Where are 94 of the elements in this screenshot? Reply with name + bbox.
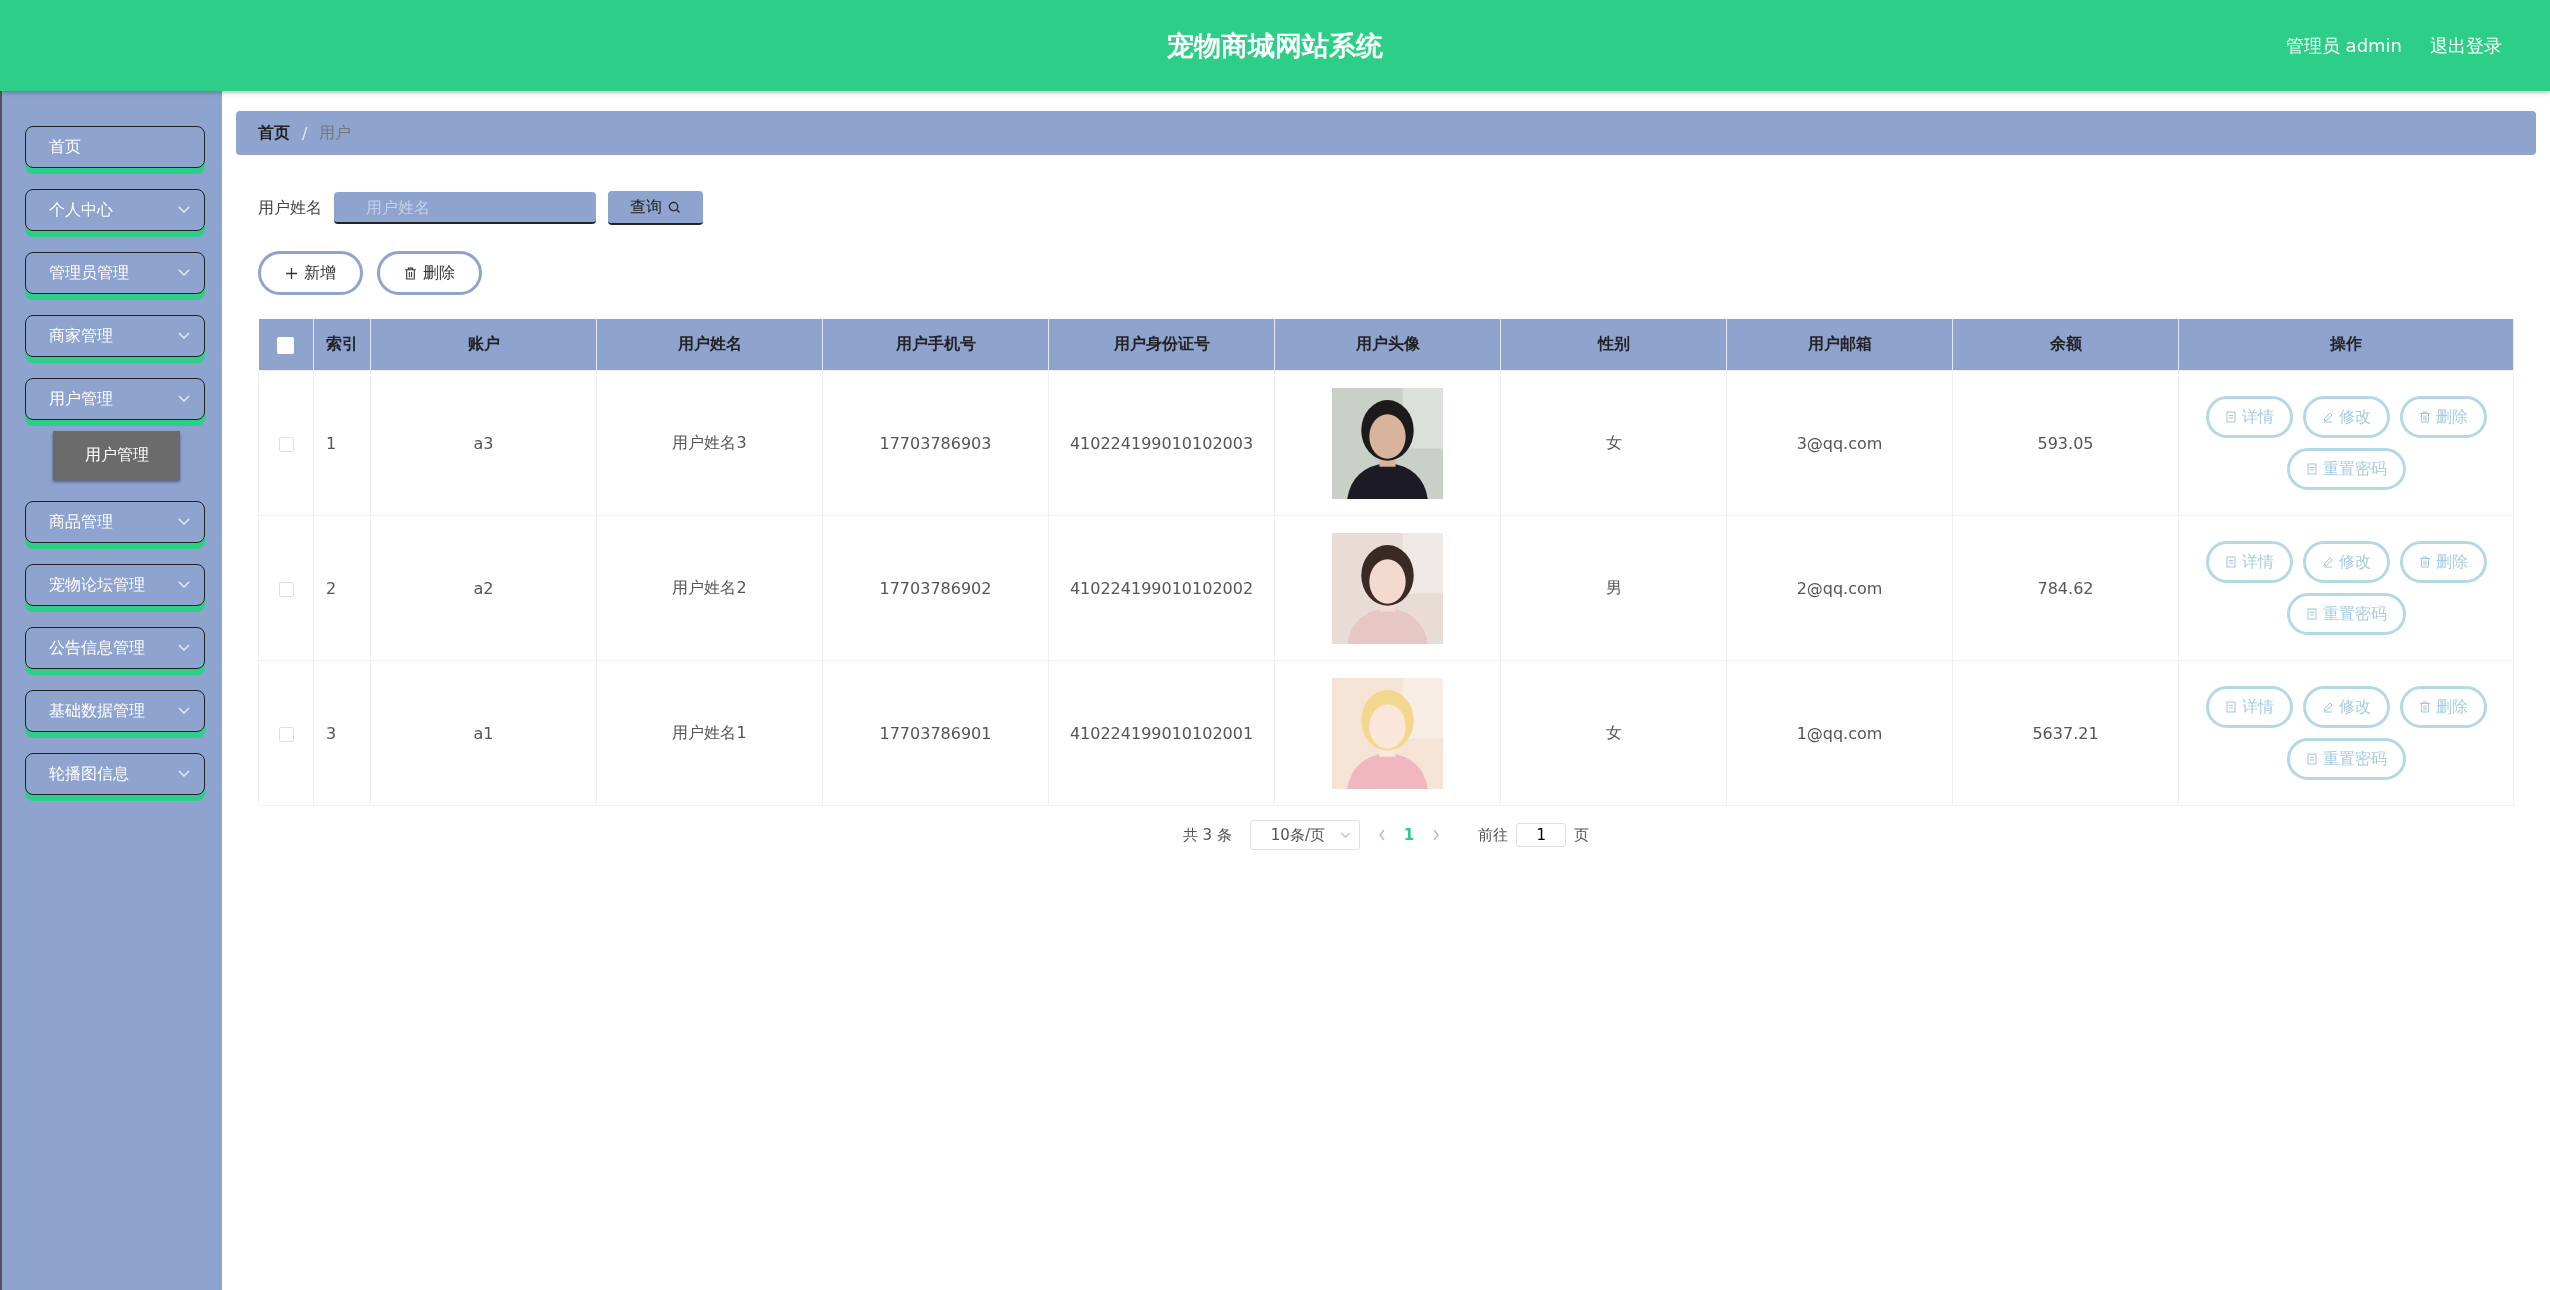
detail-button[interactable]: 详情 xyxy=(2205,396,2293,438)
delete-button[interactable]: 删除 xyxy=(2399,541,2487,583)
previous-page-icon[interactable] xyxy=(1377,829,1386,841)
page-suffix: 页 xyxy=(1574,825,1590,845)
search-icon xyxy=(668,200,681,214)
column-header: 余额 xyxy=(2049,334,2082,353)
column-header: 用户手机号 xyxy=(895,334,976,353)
table-cell: 410224199010102001 xyxy=(1069,723,1254,743)
table-cell: 用户姓名2 xyxy=(672,577,747,597)
column-header: 用户邮箱 xyxy=(1807,334,1872,353)
row-checkbox[interactable] xyxy=(278,581,294,597)
table-cell: 17703786902 xyxy=(879,578,992,598)
column-header: 用户身份证号 xyxy=(1113,334,1210,353)
table-cell: 3@qq.com xyxy=(1796,433,1883,453)
table-cell: a3 xyxy=(473,433,494,453)
chevron-down-icon xyxy=(178,707,190,715)
row-checkbox[interactable] xyxy=(278,726,294,742)
search-label: 用户姓名 xyxy=(258,197,322,219)
delete-button[interactable]: 删除 xyxy=(377,251,482,295)
table-cell: a2 xyxy=(473,578,494,598)
pencil-icon xyxy=(2321,411,2334,423)
pencil-icon xyxy=(2321,556,2334,568)
table-cell: 男 xyxy=(1605,577,1622,597)
chevron-down-icon xyxy=(1339,831,1351,839)
table-cell: 17703786901 xyxy=(879,723,992,743)
document-icon xyxy=(2305,463,2318,475)
page-number[interactable]: 1 xyxy=(1403,826,1415,844)
chevron-down-icon xyxy=(178,395,190,403)
detail-button[interactable]: 重置密码 xyxy=(2286,738,2406,780)
chevron-down-icon xyxy=(178,518,190,526)
plus-icon xyxy=(285,266,298,280)
chevron-down-icon xyxy=(178,644,190,652)
page-number-field[interactable]: 1 xyxy=(1516,823,1567,847)
chevron-down-icon xyxy=(178,581,190,589)
breadcrumb-link[interactable]: 首页 xyxy=(258,122,290,144)
logout-link[interactable]: 退出登录 xyxy=(2430,33,2502,58)
document-icon xyxy=(2224,701,2237,713)
detail-button[interactable]: 重置密码 xyxy=(2286,593,2406,635)
table-cell: 410224199010102002 xyxy=(1069,578,1254,598)
trash-icon xyxy=(404,266,417,280)
sidebar-subitem[interactable]: 用户管理 xyxy=(53,431,180,480)
edit-button[interactable]: 修改 xyxy=(2302,686,2390,728)
table-cell: 1 xyxy=(326,433,337,453)
chevron-down-icon xyxy=(178,770,190,778)
column-header: 操作 xyxy=(2330,334,2362,353)
search-button[interactable]: 查询 xyxy=(608,191,703,225)
chevron-down-icon xyxy=(178,206,190,214)
goto-label: 前往 xyxy=(1478,825,1509,845)
detail-button[interactable]: 详情 xyxy=(2205,686,2293,728)
table-cell: a1 xyxy=(473,723,494,743)
table-cell: 593.05 xyxy=(2037,433,2094,453)
add-button[interactable]: 新增 xyxy=(258,251,363,295)
page-size-select[interactable]: 10条/页 xyxy=(1249,820,1360,850)
table-cell: 3 xyxy=(326,723,337,743)
column-header: 索引 xyxy=(326,334,358,353)
total-count: 共 3 条 xyxy=(1182,825,1232,845)
trash-icon xyxy=(2418,701,2431,713)
delete-button[interactable]: 删除 xyxy=(2399,686,2487,728)
column-header: 性别 xyxy=(1597,334,1630,353)
site-title: 宠物商城网站系统 xyxy=(1167,28,1383,63)
trash-icon xyxy=(2418,411,2431,423)
document-icon xyxy=(2305,753,2318,765)
table-cell: 2@qq.com xyxy=(1796,578,1883,598)
detail-button[interactable]: 重置密码 xyxy=(2286,448,2406,490)
table-cell: 用户姓名1 xyxy=(672,722,747,742)
table-cell: 784.62 xyxy=(2037,578,2094,598)
user-label: 管理员 admin xyxy=(2285,33,2402,58)
next-page-icon[interactable] xyxy=(1432,829,1441,841)
document-icon xyxy=(2224,411,2237,423)
select-all-checkbox[interactable] xyxy=(277,337,295,354)
breadcrumb-link[interactable]: 用户 xyxy=(319,122,352,144)
document-icon xyxy=(2305,608,2318,620)
chevron-down-icon xyxy=(178,269,190,277)
detail-button[interactable]: 详情 xyxy=(2205,541,2293,583)
edit-button[interactable]: 修改 xyxy=(2302,541,2390,583)
table-cell: 410224199010102003 xyxy=(1069,433,1254,453)
table-cell: 1@qq.com xyxy=(1796,723,1883,743)
edit-button[interactable]: 修改 xyxy=(2302,396,2390,438)
table-cell: 女 xyxy=(1605,722,1622,742)
column-header: 账户 xyxy=(467,334,500,353)
pencil-icon xyxy=(2321,701,2334,713)
delete-button[interactable]: 删除 xyxy=(2399,396,2487,438)
row-checkbox[interactable] xyxy=(278,436,294,452)
table-cell: 用户姓名3 xyxy=(672,432,747,452)
table-cell: 5637.21 xyxy=(2032,723,2099,743)
trash-icon xyxy=(2418,556,2431,568)
column-header: 用户姓名 xyxy=(677,334,742,353)
table-cell: 2 xyxy=(326,578,337,598)
table-cell: 女 xyxy=(1605,432,1622,452)
chevron-down-icon xyxy=(178,332,190,340)
document-icon xyxy=(2224,556,2237,568)
table-cell: 17703786903 xyxy=(879,433,992,453)
breadcrumb-separator: / xyxy=(302,123,308,143)
column-header: 用户头像 xyxy=(1355,334,1420,353)
